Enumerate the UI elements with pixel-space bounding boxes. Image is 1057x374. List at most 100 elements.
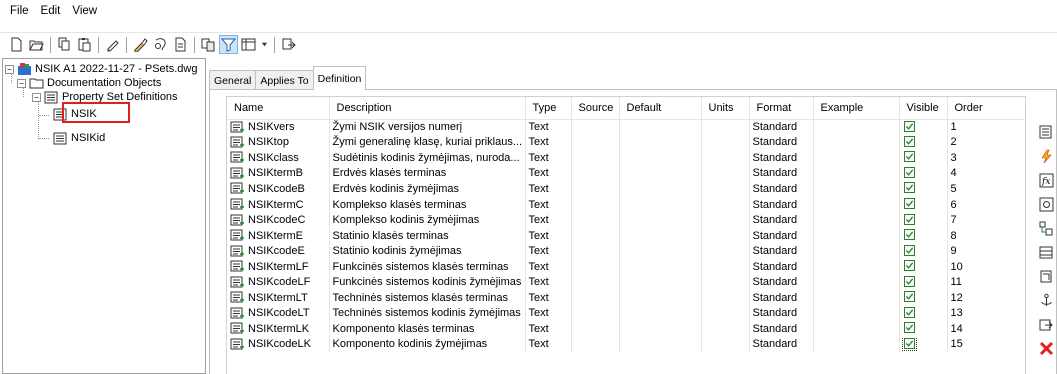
cell-format[interactable]: Standard xyxy=(749,165,814,182)
cell-description[interactable]: Komplekso kodinis žymėjimas xyxy=(329,212,526,228)
cell-order[interactable]: 1 xyxy=(947,119,1025,135)
delete-icon[interactable] xyxy=(1038,340,1054,356)
cell-format[interactable]: Standard xyxy=(749,336,814,353)
cell-order[interactable]: 10 xyxy=(947,258,1025,275)
tab-definition[interactable]: Definition xyxy=(312,66,367,90)
add-material-property-icon[interactable] xyxy=(1038,244,1054,260)
cell-source[interactable] xyxy=(571,336,620,353)
cell-visible[interactable] xyxy=(899,134,948,151)
table-row[interactable]: NSIKtermLT Techninės sistemos klasės ter… xyxy=(227,290,1025,306)
cell-type[interactable]: Text xyxy=(525,150,572,166)
cell-type[interactable]: Text xyxy=(525,243,572,259)
table-row[interactable]: NSIKcodeB Erdvės kodinis žymėjimas Text … xyxy=(227,181,1025,197)
export-icon[interactable] xyxy=(280,36,297,53)
cell-visible[interactable] xyxy=(899,274,948,291)
cell-units[interactable] xyxy=(701,134,750,151)
cell-visible[interactable] xyxy=(899,336,948,353)
cell-default[interactable] xyxy=(619,119,702,135)
table-row[interactable]: NSIKvers Žymi NSIK versijos numerį Text … xyxy=(227,119,1025,135)
cell-order[interactable]: 7 xyxy=(947,212,1025,228)
cell-units[interactable] xyxy=(701,212,750,228)
visible-checkbox[interactable] xyxy=(903,213,915,225)
filter-icon[interactable] xyxy=(219,35,238,54)
cell-default[interactable] xyxy=(619,196,702,213)
tree-node-documentation-objects[interactable]: − Documentation Objects xyxy=(17,76,161,90)
visible-checkbox[interactable] xyxy=(903,291,915,303)
cell-order[interactable]: 13 xyxy=(947,305,1025,322)
add-classification-property-icon[interactable] xyxy=(1038,220,1054,236)
table-row[interactable]: NSIKcodeLK Komponento kodinis žymėjimas … xyxy=(227,336,1025,353)
cell-description[interactable]: Komplekso klasės terminas xyxy=(329,196,526,213)
rename-icon[interactable] xyxy=(132,36,149,53)
tab-applies-to[interactable]: Applies To xyxy=(255,70,314,90)
cell-type[interactable]: Text xyxy=(525,181,572,197)
cell-visible[interactable] xyxy=(899,150,948,166)
table-row[interactable]: NSIKtermLK Komponento klasės terminas Te… xyxy=(227,321,1025,337)
cell-source[interactable] xyxy=(571,227,620,244)
cell-default[interactable] xyxy=(619,227,702,244)
cell-default[interactable] xyxy=(619,274,702,291)
visible-checkbox[interactable] xyxy=(903,260,915,272)
cell-type[interactable]: Text xyxy=(525,321,572,337)
cell-name[interactable]: NSIKtermE xyxy=(227,227,330,244)
cell-default[interactable] xyxy=(619,165,702,182)
cell-name[interactable]: NSIKcodeE xyxy=(227,243,330,259)
table-row[interactable]: NSIKcodeLT Techninės sistemos kodinis žy… xyxy=(227,305,1025,322)
cell-format[interactable]: Standard xyxy=(749,150,814,166)
cell-name[interactable]: NSIKclass xyxy=(227,150,330,166)
cell-units[interactable] xyxy=(701,258,750,275)
visible-checkbox[interactable] xyxy=(903,322,915,334)
cell-order[interactable]: 2 xyxy=(947,134,1025,151)
view-options-icon[interactable] xyxy=(240,36,257,53)
menu-edit[interactable]: Edit xyxy=(35,5,67,17)
visible-checkbox[interactable] xyxy=(903,229,915,241)
table-row[interactable]: NSIKtermC Komplekso klasės terminas Text… xyxy=(227,196,1025,213)
cell-source[interactable] xyxy=(571,274,620,291)
cell-units[interactable] xyxy=(701,274,750,291)
cell-source[interactable] xyxy=(571,258,620,275)
cell-type[interactable]: Text xyxy=(525,336,572,353)
col-default[interactable]: Default xyxy=(619,97,702,120)
cell-default[interactable] xyxy=(619,290,702,306)
cell-format[interactable]: Standard xyxy=(749,227,814,244)
cell-source[interactable] xyxy=(571,119,620,135)
chevron-down-icon[interactable] xyxy=(260,36,269,53)
add-automatic-property-icon[interactable] xyxy=(1038,148,1054,164)
cell-default[interactable] xyxy=(619,181,702,197)
new-icon[interactable] xyxy=(8,36,25,53)
cell-format[interactable]: Standard xyxy=(749,321,814,337)
cell-visible[interactable] xyxy=(899,227,948,244)
cell-visible[interactable] xyxy=(899,243,948,259)
import-icon[interactable] xyxy=(200,36,217,53)
collapse-icon[interactable]: − xyxy=(32,92,41,102)
cell-source[interactable] xyxy=(571,165,620,182)
menu-view[interactable]: View xyxy=(66,5,103,17)
cell-order[interactable]: 8 xyxy=(947,227,1025,244)
cell-name[interactable]: NSIKtermLK xyxy=(227,321,330,337)
cell-visible[interactable] xyxy=(899,290,948,306)
table-row[interactable]: NSIKtop Žymi generalinę klasę, kuriai pr… xyxy=(227,134,1025,151)
cell-description[interactable]: Komponento kodinis žymėjimas xyxy=(329,336,526,353)
cell-units[interactable] xyxy=(701,227,750,244)
menu-file[interactable]: File xyxy=(4,5,35,17)
cell-default[interactable] xyxy=(619,258,702,275)
visible-checkbox[interactable] xyxy=(903,198,915,209)
cell-type[interactable]: Text xyxy=(525,305,572,322)
cell-order[interactable]: 4 xyxy=(947,165,1025,182)
cell-units[interactable] xyxy=(701,119,750,135)
cell-order[interactable]: 14 xyxy=(947,321,1025,337)
cell-units[interactable] xyxy=(701,290,750,306)
cell-description[interactable]: Erdvės klasės terminas xyxy=(329,165,526,182)
collapse-icon[interactable]: − xyxy=(5,64,14,74)
cell-description[interactable]: Žymi generalinę klasę, kuriai priklaus..… xyxy=(329,134,526,151)
cell-description[interactable]: Statinio klasės terminas xyxy=(329,227,526,244)
visible-checkbox[interactable] xyxy=(903,151,915,163)
cell-source[interactable] xyxy=(571,321,620,337)
cell-description[interactable]: Sudėtinis kodinis žymėjimas, nuroda... xyxy=(329,150,526,166)
cell-source[interactable] xyxy=(571,305,620,322)
cell-source[interactable] xyxy=(571,290,620,306)
cell-type[interactable]: Text xyxy=(525,227,572,244)
tree-node-root[interactable]: − NSIK A1 2022-11-27 - PSets.dwg xyxy=(5,62,197,76)
cell-units[interactable] xyxy=(701,165,750,182)
col-source[interactable]: Source xyxy=(571,97,620,120)
